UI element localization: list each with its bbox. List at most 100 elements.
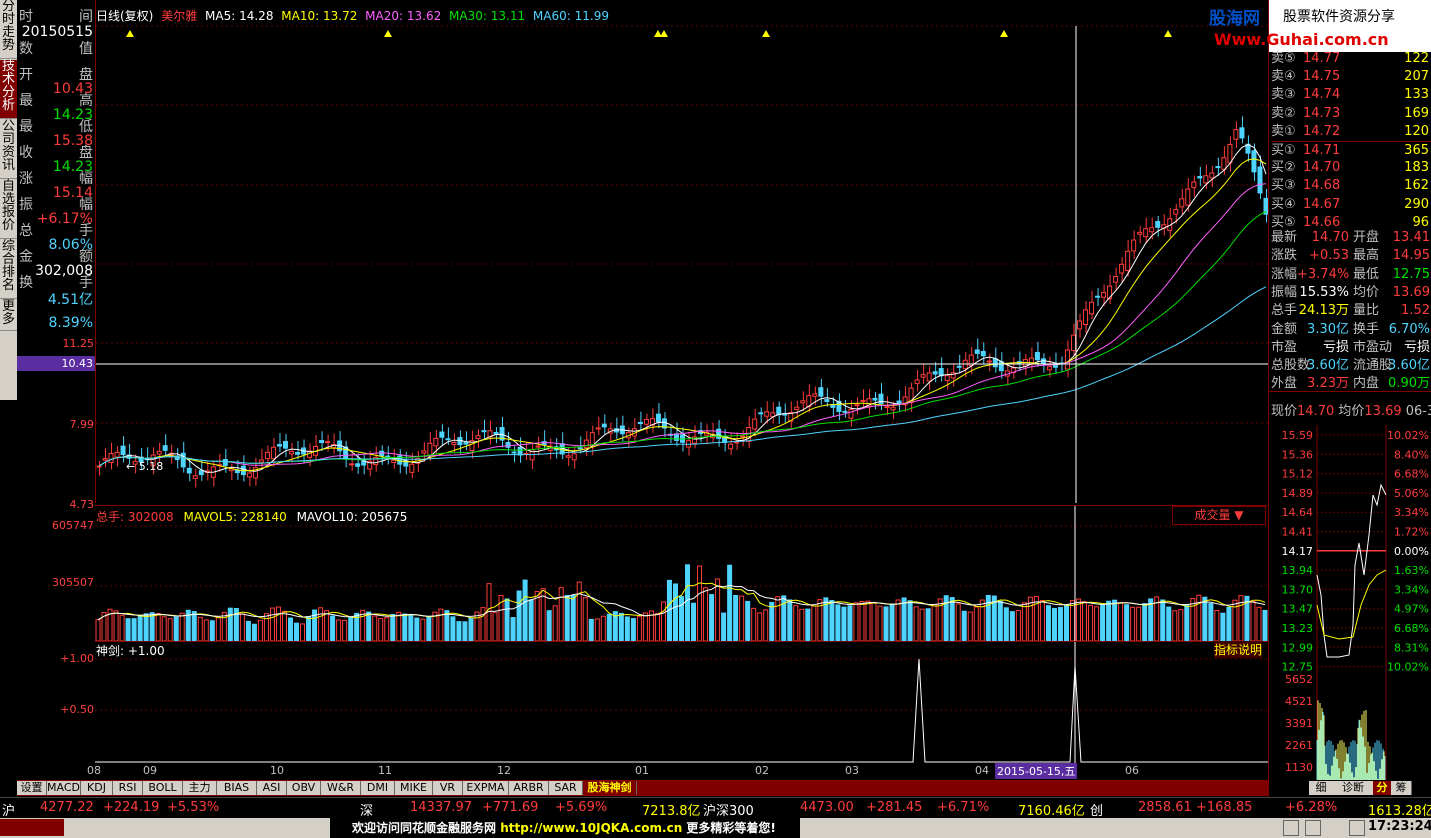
network-icon[interactable] [1305, 820, 1321, 836]
indicator-panel[interactable] [95, 641, 1268, 764]
vol-mavol10: MAVOL10: 205675 [296, 510, 408, 524]
kline-chart[interactable]: ← 5.18 [95, 0, 1269, 503]
indicator-explain-button[interactable]: 指标说明 [1214, 641, 1263, 658]
indicator-tab-mike[interactable]: MIKE [395, 781, 433, 795]
candle-body [1046, 366, 1052, 371]
mini-pct-label: 10.02% [1387, 661, 1429, 674]
nav-tab-5[interactable]: 更多 [0, 300, 17, 331]
candle-body [385, 455, 391, 458]
mini-price-label: 13.47 [1282, 603, 1314, 616]
candle-body [1227, 143, 1233, 164]
indicator-tab-obv[interactable]: OBV [287, 781, 321, 795]
right-tab-0[interactable]: 细 [1309, 781, 1334, 795]
volume-bar [534, 590, 540, 642]
nav-tab-0[interactable]: 分时走势 [0, 0, 17, 59]
right-tab-3[interactable]: 筹 [1391, 781, 1412, 795]
candle-body [1083, 309, 1089, 326]
volume-bar [630, 618, 636, 642]
sh-name[interactable]: 沪 [2, 800, 15, 819]
indicator-tab-sar[interactable]: SAR [549, 781, 583, 795]
indicator-tab-bias[interactable]: BIAS [217, 781, 257, 795]
volume-panel[interactable] [95, 505, 1268, 642]
info-label-8: 金 [19, 249, 33, 265]
volume-bar [793, 605, 799, 642]
indicator-tab-macd[interactable]: MACD [47, 781, 81, 795]
more-msg: 更多精彩等着您! [686, 821, 776, 835]
quote-label-2: 换手 [1353, 321, 1380, 337]
indicator-tab-boll[interactable]: BOLL [143, 781, 183, 795]
sz-name[interactable]: 深 [360, 800, 373, 819]
bottom-bar: 欢迎访问同花顺金融服务网 http://www.10JQKA.com.cn 更多… [0, 818, 1431, 838]
period-label[interactable]: 日线(复权) [96, 9, 153, 23]
order-price: 14.67 [1303, 196, 1341, 212]
volume-bar [251, 623, 257, 642]
indicator-tab-kdj[interactable]: KDJ [81, 781, 113, 795]
month-label: 10 [270, 764, 284, 777]
right-tab-2[interactable]: 分 [1373, 781, 1392, 795]
indicator-selector[interactable]: 成交量 ▼ [1172, 506, 1266, 525]
volume-bar [221, 611, 227, 642]
right-tab-1[interactable]: 诊断 [1333, 781, 1374, 795]
volume-bar [709, 594, 715, 642]
mini-pct-label: 0.00% [1394, 545, 1429, 558]
order-row[interactable]: 买① 14.71 365 [1271, 141, 1431, 160]
candle-body [451, 442, 457, 446]
indicator-tab-股海神剑[interactable]: 股海神剑 [583, 781, 637, 795]
indicator-tab-rsi[interactable]: RSI [113, 781, 143, 795]
kline-svg[interactable]: ← 5.18 [96, 0, 1269, 503]
volume-bar [721, 612, 727, 642]
candle-body [1215, 166, 1221, 169]
date-axis: 08 09 10 11 12 01 02 03 04 06 2015-05-15,五 [87, 763, 1268, 779]
volume-bar [775, 596, 781, 642]
mini-pct-label: 6.68% [1394, 468, 1429, 481]
indicator-tab-主力[interactable]: 主力 [183, 781, 217, 795]
nav-tab-2[interactable]: 公司资讯 [0, 120, 17, 179]
lock-icon[interactable] [1283, 820, 1299, 836]
intraday-chart[interactable]: 15.59 10.02% 15.36 8.40% 15.12 6.68% 14.89 5.06… [1269, 425, 1431, 780]
volume-bar [1106, 600, 1112, 642]
volume-bar [516, 590, 522, 642]
volume-bar [504, 598, 510, 642]
indicator-tab-dmi[interactable]: DMI [361, 781, 395, 795]
volume-bar [191, 611, 197, 642]
candle-body [1095, 295, 1101, 298]
indicator-tab-expma[interactable]: EXPMA [463, 781, 509, 795]
candle-body [1119, 263, 1125, 274]
volume-bar [155, 613, 161, 642]
candle-body [830, 404, 836, 408]
order-row[interactable]: 买④ 14.67 290 [1271, 196, 1431, 214]
order-row[interactable]: 卖④ 14.75 207 [1271, 68, 1431, 86]
cy-name[interactable]: 创 [1090, 800, 1103, 819]
order-row[interactable]: 卖① 14.72 120 [1271, 123, 1431, 141]
nav-tab-4[interactable]: 综合排名 [0, 240, 17, 299]
candle-body [1197, 176, 1203, 179]
order-row[interactable]: 卖③ 14.74 133 [1271, 86, 1431, 104]
volume-bar [588, 618, 594, 642]
promo-link[interactable]: http://www.10JQKA.com.cn [500, 821, 682, 835]
mini-price-label: 13.70 [1282, 583, 1314, 596]
order-row[interactable]: 卖② 14.73 169 [1271, 105, 1431, 123]
hs300-name[interactable]: 沪深300 [703, 800, 754, 819]
order-row[interactable]: 买② 14.70 183 [1271, 159, 1431, 177]
candle-body [1233, 129, 1239, 140]
order-row[interactable]: 卖⑤ 14.77 122 [1271, 50, 1431, 68]
candle-body [325, 441, 331, 444]
candle-body [890, 406, 896, 411]
indicator-tab-vr[interactable]: VR [433, 781, 463, 795]
indicator-tab-arbr[interactable]: ARBR [509, 781, 549, 795]
indicator-tab-w&r[interactable]: W&R [321, 781, 361, 795]
volume-bar [853, 602, 859, 642]
month-label: 03 [845, 764, 859, 777]
indicator-tab-设置[interactable]: 设置 [17, 781, 47, 795]
nav-tab-1[interactable]: 技术分析 [0, 60, 17, 119]
mini-pct-label: 3.34% [1394, 583, 1429, 596]
order-row[interactable]: 买③ 14.68 162 [1271, 177, 1431, 195]
mini-pct-label: 4.97% [1394, 603, 1429, 616]
nav-tab-3[interactable]: 自选报价 [0, 180, 17, 239]
candle-body [998, 361, 1004, 372]
indicator-tab-asi[interactable]: ASI [257, 781, 287, 795]
volume-bar [1166, 606, 1172, 642]
volume-bar [125, 618, 131, 642]
candle-body [1113, 276, 1119, 283]
y-label-2: 7.99 [69, 418, 95, 431]
